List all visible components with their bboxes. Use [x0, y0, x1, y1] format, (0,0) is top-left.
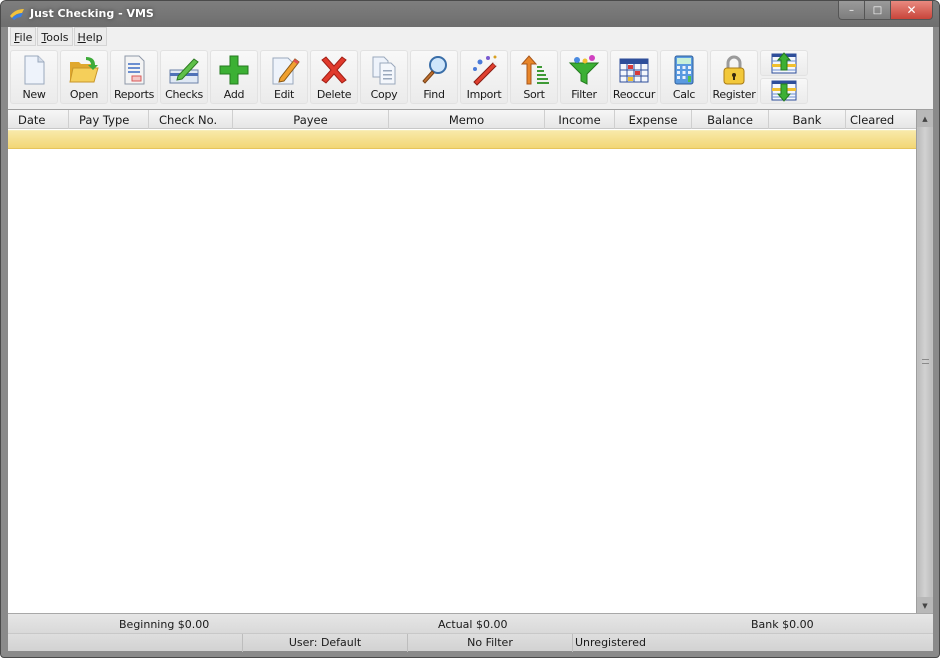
column-header-pay-type[interactable]: Pay Type [69, 110, 149, 129]
column-header-memo[interactable]: Memo [389, 110, 545, 129]
delete-x-icon [321, 56, 347, 84]
checks-button[interactable]: Checks [160, 50, 208, 104]
open-button[interactable]: Open [60, 50, 108, 104]
delete-button[interactable]: Delete [310, 50, 358, 104]
move-buttons [760, 50, 808, 106]
bank-balance: Bank $0.00 [751, 618, 814, 631]
column-header-date[interactable]: Date [8, 110, 69, 129]
vertical-scrollbar[interactable]: ▲ ▼ [916, 110, 933, 614]
reports-icon [124, 55, 145, 85]
scroll-down-icon: ▼ [922, 601, 928, 610]
column-header-balance[interactable]: Balance [692, 110, 769, 129]
menu-file[interactable]: File [10, 27, 37, 46]
add-plus-icon [219, 55, 249, 85]
totals-bar: Beginning $0.00 Actual $0.00 Bank $0.00 [8, 613, 933, 633]
scroll-up-icon: ▲ [922, 114, 928, 123]
column-header-bank[interactable]: Bank [769, 110, 846, 129]
import-label: Import [466, 88, 502, 101]
new-document-icon [24, 55, 45, 85]
copy-button[interactable]: Copy [360, 50, 408, 104]
padlock-icon [723, 55, 745, 85]
status-user: User: Default [243, 634, 408, 652]
magic-wand-icon [473, 55, 498, 86]
funnel-icon [568, 55, 600, 85]
title-bar[interactable]: Just Checking - VMS – □ ✕ [1, 1, 939, 27]
add-button[interactable]: Add [210, 50, 258, 104]
minimize-button[interactable]: – [838, 1, 864, 20]
minimize-icon: – [849, 4, 854, 16]
checks-label: Checks [165, 88, 203, 101]
grid-header: Date Pay Type Check No. Payee Memo Incom… [8, 110, 916, 129]
close-icon: ✕ [906, 3, 917, 17]
magnifier-icon [422, 56, 447, 84]
menu-tools[interactable]: Tools [37, 27, 73, 46]
find-label: Find [423, 88, 445, 101]
app-logo-icon [10, 9, 24, 20]
app-window: Just Checking - VMS – □ ✕ File Tools Hel… [0, 0, 940, 658]
delete-label: Delete [316, 88, 352, 101]
column-header-expense[interactable]: Expense [615, 110, 692, 129]
client-area: File Tools Help New Open Reports Checks [8, 27, 933, 652]
calendar-grid-icon [619, 58, 649, 83]
sort-icon [520, 55, 549, 85]
status-filter: No Filter [408, 634, 573, 652]
move-row-down-icon [771, 80, 797, 102]
edit-button[interactable]: Edit [260, 50, 308, 104]
sort-label: Sort [523, 88, 545, 101]
filter-label: Filter [571, 88, 597, 101]
menu-help[interactable]: Help [73, 27, 107, 46]
calc-label: Calc [672, 88, 696, 101]
status-registration: Unregistered [575, 636, 646, 649]
beginning-balance: Beginning $0.00 [119, 618, 210, 631]
add-label: Add [223, 88, 245, 101]
edit-label: Edit [273, 88, 295, 101]
filter-button[interactable]: Filter [560, 50, 608, 104]
toolbar: New Open Reports Checks Add Edit Delete … [10, 50, 810, 106]
close-button[interactable]: ✕ [890, 1, 933, 20]
find-button[interactable]: Find [410, 50, 458, 104]
maximize-button[interactable]: □ [864, 1, 890, 20]
sort-button[interactable]: Sort [510, 50, 558, 104]
status-panel-blank [8, 634, 243, 652]
menu-bar: File Tools Help [8, 27, 108, 47]
copy-icon [372, 56, 396, 85]
reports-button[interactable]: Reports [110, 50, 158, 104]
open-label: Open [69, 88, 99, 101]
transaction-grid[interactable]: Date Pay Type Check No. Payee Memo Incom… [8, 109, 933, 614]
edit-pencil-icon [272, 57, 300, 85]
status-bar: User: Default No Filter Unregistered [8, 633, 933, 652]
move-row-up-icon [771, 52, 797, 74]
scroll-up-button[interactable]: ▲ [917, 110, 933, 127]
reoccur-label: Reoccur [612, 88, 656, 101]
calculator-icon [674, 55, 694, 85]
reports-label: Reports [113, 88, 155, 101]
move-down-button[interactable] [760, 78, 808, 104]
import-button[interactable]: Import [460, 50, 508, 104]
new-button[interactable]: New [10, 50, 58, 104]
scroll-down-button[interactable]: ▼ [917, 597, 933, 614]
register-button[interactable]: Register [710, 50, 758, 104]
column-header-income[interactable]: Income [545, 110, 615, 129]
selected-new-row[interactable] [8, 130, 916, 149]
window-title: Just Checking - VMS [30, 7, 154, 20]
maximize-icon: □ [872, 4, 883, 16]
open-folder-icon [69, 57, 99, 83]
new-label: New [22, 88, 46, 101]
window-controls: – □ ✕ [838, 1, 933, 20]
column-header-cleared[interactable]: Cleared [846, 110, 916, 129]
calc-button[interactable]: Calc [660, 50, 708, 104]
grip-icon [922, 359, 929, 364]
copy-label: Copy [370, 88, 398, 101]
column-header-check-no[interactable]: Check No. [149, 110, 233, 129]
scroll-thumb[interactable] [918, 127, 932, 597]
column-header-payee[interactable]: Payee [233, 110, 389, 129]
register-label: Register [712, 88, 756, 101]
reoccur-button[interactable]: Reoccur [610, 50, 658, 104]
move-up-button[interactable] [760, 50, 808, 76]
checks-icon [169, 58, 199, 84]
actual-balance: Actual $0.00 [438, 618, 508, 631]
